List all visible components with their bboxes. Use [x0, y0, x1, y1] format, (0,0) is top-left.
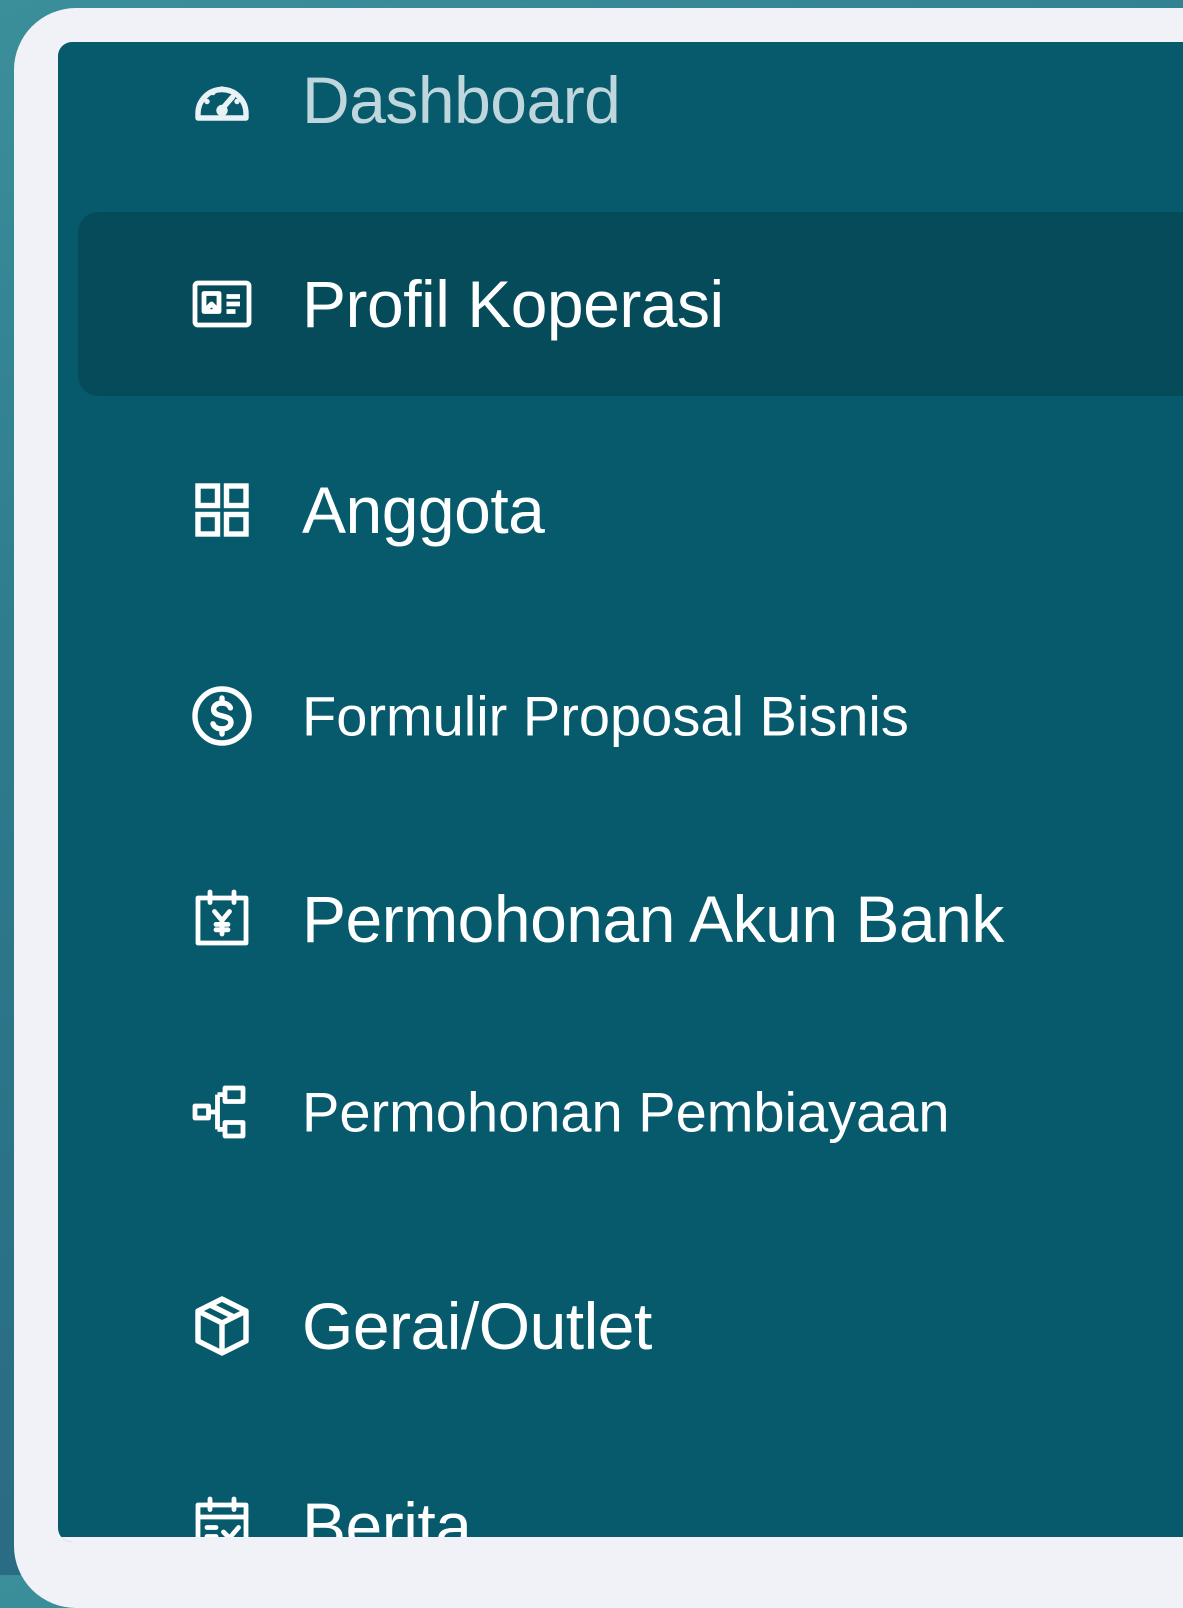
- id-card-icon: [186, 268, 258, 340]
- sidebar-item-label: Anggota: [302, 473, 545, 547]
- sidebar-item-label: Permohonan Akun Bank: [302, 882, 1004, 956]
- calendar-yen-icon: [186, 883, 258, 955]
- grid-icon: [186, 474, 258, 546]
- cube-icon: [186, 1290, 258, 1362]
- sidebar-item-permohonan-pembiayaan[interactable]: Permohonan Pembiayaan: [78, 1020, 1183, 1204]
- sidebar-item-profil-koperasi[interactable]: Profil Koperasi: [78, 212, 1183, 396]
- speedometer-icon: [186, 64, 258, 136]
- sidebar-item-label: Gerai/Outlet: [302, 1289, 652, 1363]
- dollar-circle-icon: [186, 680, 258, 752]
- sidebar-item-label: Formulir Proposal Bisnis: [302, 684, 909, 748]
- sidebar-item-dashboard[interactable]: Dashboard: [78, 42, 1183, 192]
- sidebar-item-label: Permohonan Pembiayaan: [302, 1080, 950, 1144]
- calendar-check-icon: [186, 1490, 258, 1542]
- hierarchy-icon: [186, 1076, 258, 1148]
- sidebar-item-gerai-outlet[interactable]: Gerai/Outlet: [78, 1234, 1183, 1418]
- sidebar-item-label: Berita: [302, 1489, 472, 1542]
- sidebar-item-anggota[interactable]: Anggota: [78, 418, 1183, 602]
- sidebar-item-formulir-proposal-bisnis[interactable]: Formulir Proposal Bisnis: [78, 624, 1183, 808]
- sidebar-item-label: Profil Koperasi: [302, 267, 724, 341]
- sidebar-item-berita[interactable]: Berita: [78, 1434, 1183, 1542]
- sidebar-item-permohonan-akun-bank[interactable]: Permohonan Akun Bank: [78, 827, 1183, 1011]
- sidebar-item-label: Dashboard: [302, 63, 621, 137]
- sidebar-menu: Dashboard Profil Koperasi Anggota Formul…: [58, 42, 1183, 1542]
